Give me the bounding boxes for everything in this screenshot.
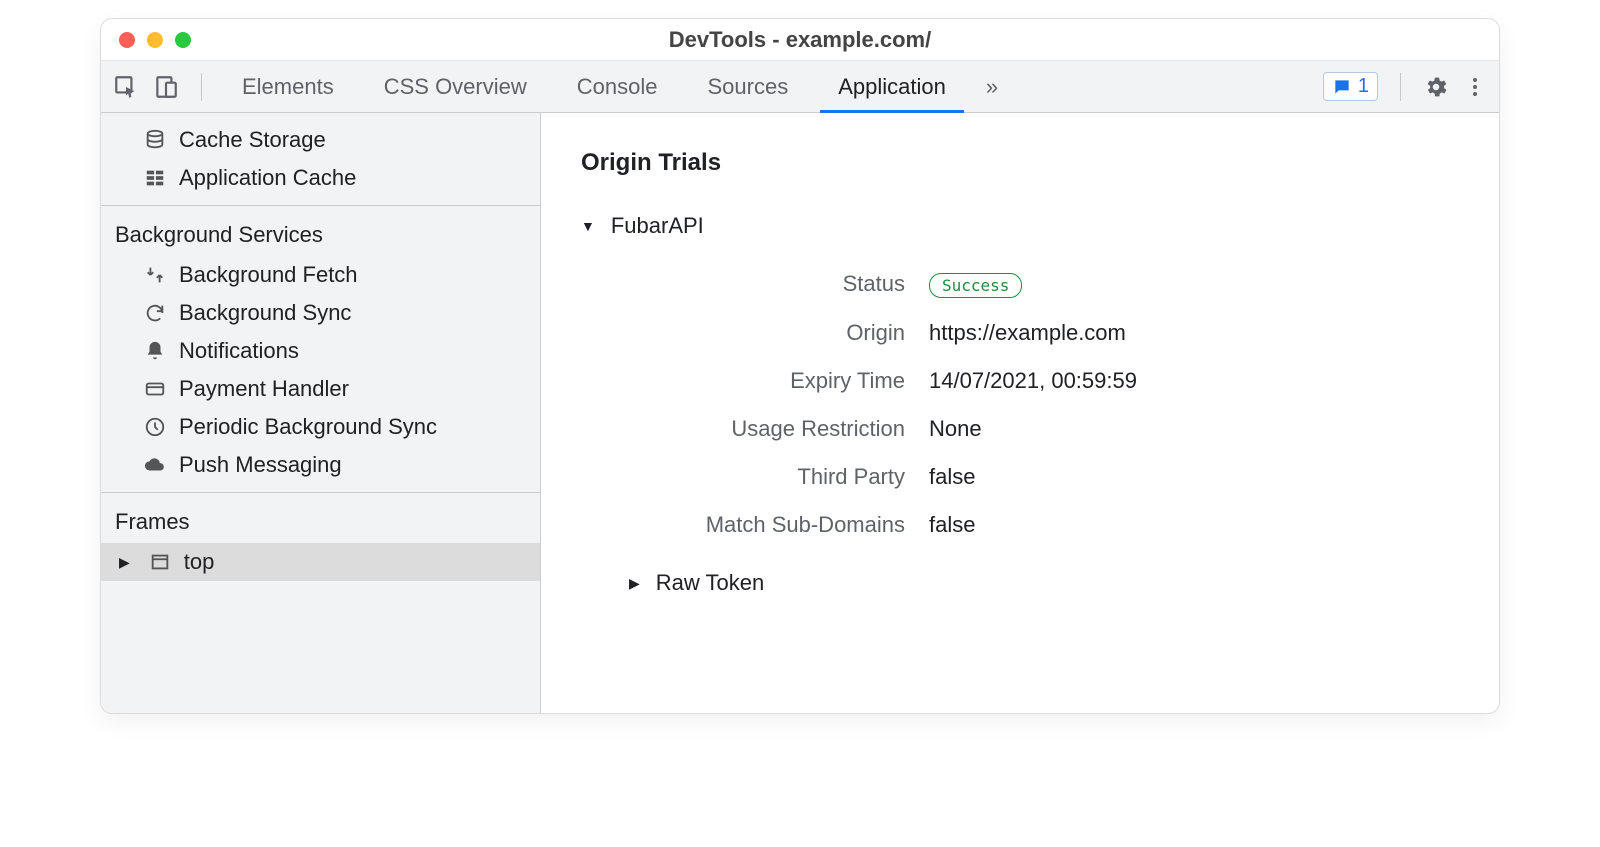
sidebar-item-label: Cache Storage — [179, 127, 326, 153]
panel-heading: Origin Trials — [581, 149, 1459, 177]
sidebar-item-periodic-background-sync[interactable]: Periodic Background Sync — [101, 408, 540, 446]
sidebar-group-background-services: Background Services Background Fetch Bac… — [101, 206, 540, 493]
sidebar-group-frames: Frames ▶ top — [101, 493, 540, 589]
more-tabs-icon[interactable]: » — [978, 74, 1006, 100]
sidebar-item-notifications[interactable]: Notifications — [101, 332, 540, 370]
tab-console[interactable]: Console — [559, 61, 676, 113]
minimize-window-button[interactable] — [147, 32, 163, 48]
tab-elements[interactable]: Elements — [224, 61, 352, 113]
sidebar-item-label: Payment Handler — [179, 376, 349, 402]
value-origin: https://example.com — [905, 320, 1459, 346]
sidebar-item-label: Background Sync — [179, 300, 351, 326]
main-toolbar: Elements CSS Overview Console Sources Ap… — [101, 61, 1499, 113]
label-status: Status — [605, 271, 905, 298]
origin-trial-name: FubarAPI — [611, 213, 704, 239]
frame-icon — [148, 551, 172, 573]
credit-card-icon — [143, 378, 167, 400]
label-third-party: Third Party — [605, 464, 905, 490]
label-origin: Origin — [605, 320, 905, 346]
cloud-icon — [143, 454, 167, 476]
value-match-subdomains: false — [905, 512, 1459, 538]
value-third-party: false — [905, 464, 1459, 490]
bell-icon — [143, 340, 167, 362]
toolbar-divider — [201, 73, 202, 101]
sidebar-item-label: top — [184, 549, 215, 575]
chat-icon — [1332, 77, 1352, 97]
origin-trial-details: Status Success Origin https://example.co… — [605, 271, 1459, 538]
grid-icon — [143, 167, 167, 189]
sidebar-item-cache-storage[interactable]: Cache Storage — [101, 121, 540, 159]
sidebar-header: Background Services — [101, 214, 540, 256]
sidebar-group-cache: Cache Storage Application Cache — [101, 113, 540, 206]
tab-sources[interactable]: Sources — [689, 61, 806, 113]
clock-icon — [143, 416, 167, 438]
sidebar-item-frame-top[interactable]: ▶ top — [101, 543, 540, 581]
sidebar-item-label: Background Fetch — [179, 262, 358, 288]
sidebar-item-label: Periodic Background Sync — [179, 414, 437, 440]
sidebar-item-background-sync[interactable]: Background Sync — [101, 294, 540, 332]
gear-icon[interactable] — [1423, 74, 1449, 100]
label-usage-restriction: Usage Restriction — [605, 416, 905, 442]
tab-css-overview[interactable]: CSS Overview — [366, 61, 545, 113]
raw-token-label: Raw Token — [656, 570, 764, 596]
sidebar-item-application-cache[interactable]: Application Cache — [101, 159, 540, 197]
raw-token-node[interactable]: Raw Token — [629, 566, 1459, 600]
sidebar-item-label: Notifications — [179, 338, 299, 364]
sync-icon — [143, 302, 167, 324]
sidebar-item-background-fetch[interactable]: Background Fetch — [101, 256, 540, 294]
window-title: DevTools - example.com/ — [669, 27, 931, 53]
database-icon — [143, 129, 167, 151]
origin-trial-node[interactable]: FubarAPI — [581, 209, 1459, 243]
issues-count: 1 — [1358, 75, 1369, 98]
label-expiry: Expiry Time — [605, 368, 905, 394]
device-toolbar-icon[interactable] — [153, 74, 179, 100]
toolbar-divider — [1400, 73, 1401, 101]
tab-application[interactable]: Application — [820, 61, 964, 113]
sidebar-item-push-messaging[interactable]: Push Messaging — [101, 446, 540, 484]
issues-badge[interactable]: 1 — [1323, 72, 1378, 101]
kebab-menu-icon[interactable] — [1463, 75, 1487, 99]
sidebar-item-payment-handler[interactable]: Payment Handler — [101, 370, 540, 408]
fetch-icon — [143, 264, 167, 286]
disclosure-triangle-icon[interactable]: ▶ — [119, 554, 130, 571]
maximize-window-button[interactable] — [175, 32, 191, 48]
sidebar-item-label: Application Cache — [179, 165, 356, 191]
value-expiry: 14/07/2021, 00:59:59 — [905, 368, 1459, 394]
sidebar-header: Frames — [101, 501, 540, 543]
titlebar: DevTools - example.com/ — [101, 19, 1499, 61]
devtools-window: DevTools - example.com/ Elements CSS Ove… — [100, 18, 1500, 714]
window-controls — [119, 32, 191, 48]
status-badge: Success — [929, 273, 1022, 298]
inspect-element-icon[interactable] — [113, 74, 139, 100]
label-match-subdomains: Match Sub-Domains — [605, 512, 905, 538]
close-window-button[interactable] — [119, 32, 135, 48]
sidebar-item-label: Push Messaging — [179, 452, 342, 478]
main-panel: Origin Trials FubarAPI Status Success Or… — [541, 113, 1499, 713]
application-sidebar: Cache Storage Application Cache Backgrou… — [101, 113, 541, 713]
value-usage-restriction: None — [905, 416, 1459, 442]
